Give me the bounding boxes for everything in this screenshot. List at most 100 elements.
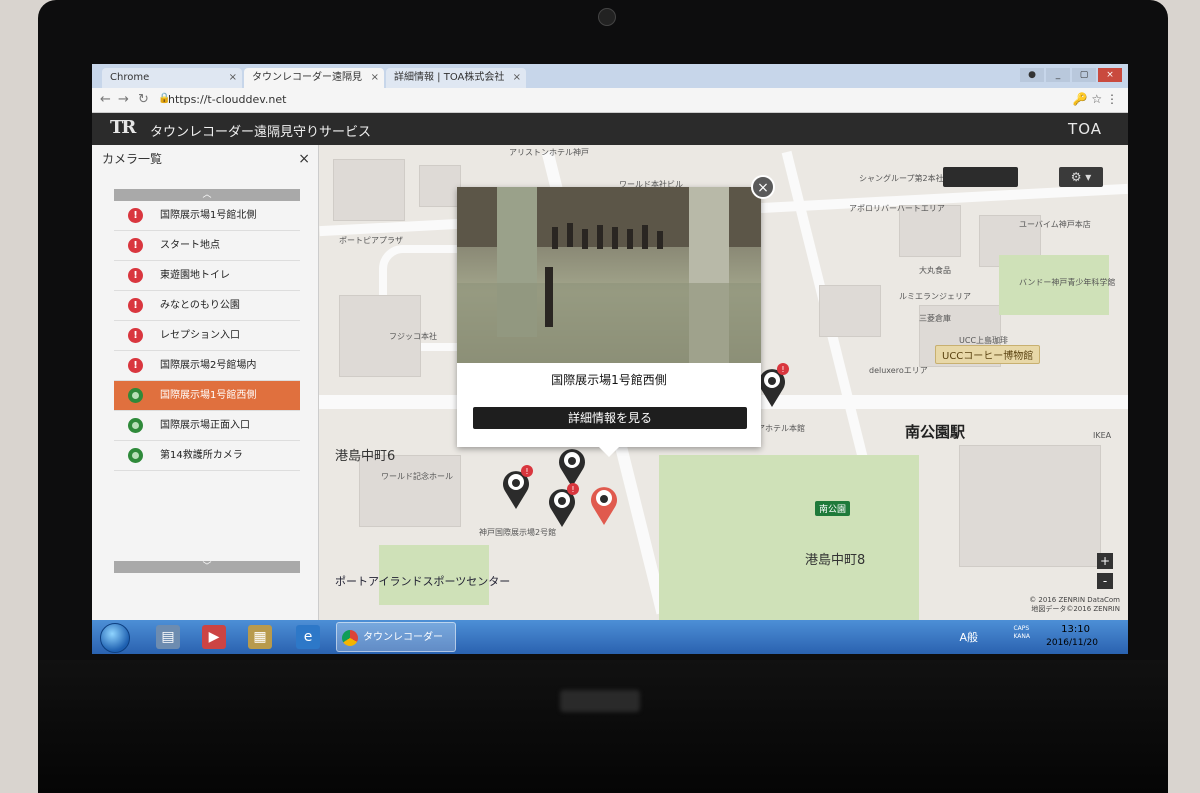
pin-camera-icon bbox=[512, 479, 520, 487]
user-icon[interactable]: ● bbox=[1020, 68, 1044, 82]
camera-label: 国際展示場1号館西側 bbox=[160, 390, 257, 401]
camera-pin-selected[interactable] bbox=[587, 481, 621, 527]
camera-item[interactable]: ! 東遊園地トイレ bbox=[114, 261, 300, 291]
url-field[interactable]: https://t-clouddev.net bbox=[168, 92, 286, 108]
back-icon[interactable]: ← bbox=[100, 92, 111, 107]
start-button[interactable] bbox=[100, 623, 130, 653]
camera-item[interactable]: 国際展示場正面入口 bbox=[114, 411, 300, 441]
forward-icon[interactable]: → bbox=[118, 92, 129, 107]
map-label: deluxeroエリア bbox=[869, 366, 928, 375]
tab-chrome[interactable]: Chrome × bbox=[102, 68, 242, 88]
tab-town-recorder[interactable]: タウンレコーダー遠隔見 × bbox=[244, 68, 384, 88]
ie-icon[interactable]: e bbox=[296, 625, 320, 649]
reload-icon[interactable]: ↻ bbox=[138, 92, 149, 107]
alert-icon: ! bbox=[128, 208, 143, 223]
settings-gear-icon[interactable]: ⚙ ▾ bbox=[1059, 167, 1103, 187]
alert-icon: ! bbox=[128, 328, 143, 343]
app-title: タウンレコーダー遠隔見守りサービス bbox=[150, 125, 372, 140]
pin-camera-icon bbox=[600, 495, 608, 503]
camera-label: 第14救護所カメラ bbox=[160, 450, 243, 461]
map-label: アリストンホテル神戸 bbox=[509, 148, 589, 157]
tab-label: Chrome bbox=[110, 72, 150, 83]
map-label: 港島中町6 bbox=[335, 449, 396, 464]
ime-indicator[interactable]: A般 bbox=[959, 629, 978, 645]
map-label: 港島中町8 bbox=[805, 553, 866, 568]
popup-close-icon[interactable]: × bbox=[751, 175, 775, 199]
camera-item[interactable]: ! レセプション入口 bbox=[114, 321, 300, 351]
camera-item-selected[interactable]: 国際展示場1号館西側 bbox=[114, 381, 300, 411]
laptop-logo bbox=[560, 690, 640, 712]
address-bar: ← → ↻ 🔒 https://t-clouddev.net 🔑 ☆ ⋮ bbox=[92, 88, 1128, 113]
caps-label: CAPS bbox=[1013, 625, 1030, 632]
map-block bbox=[359, 455, 461, 527]
video-scene bbox=[457, 187, 761, 363]
clock-date[interactable]: 2016/11/20 bbox=[1046, 638, 1098, 648]
scroll-up-button[interactable]: ︿ bbox=[114, 189, 300, 201]
window-close-button[interactable]: × bbox=[1098, 68, 1122, 82]
video-floor bbox=[457, 283, 761, 363]
chrome-icon bbox=[342, 630, 358, 646]
tr-logo: TR bbox=[110, 117, 136, 138]
station-label[interactable]: 南公園駅 bbox=[905, 421, 965, 442]
copyright-line: 地図データ©2016 ZENRIN bbox=[1031, 605, 1120, 613]
camera-label: みなとのもり公園 bbox=[160, 300, 240, 311]
tab-close-icon[interactable]: × bbox=[229, 68, 237, 88]
app-header: TR タウンレコーダー遠隔見守りサービス TOA bbox=[92, 113, 1128, 145]
map-label: ユーバイム神戸本店 bbox=[1019, 220, 1091, 229]
camera-pin-alert[interactable]: ! bbox=[499, 465, 533, 511]
tab-close-icon[interactable]: × bbox=[513, 68, 521, 88]
zoom-out-button[interactable]: - bbox=[1097, 573, 1113, 589]
tab-label: 詳細情報 | TOA株式会社 bbox=[394, 72, 505, 83]
browser-tabbar: Chrome × タウンレコーダー遠隔見 × 詳細情報 | TOA株式会社 × … bbox=[92, 64, 1128, 88]
map[interactable]: アリストンホテル神戸 ワールド本社ビル ポートピアプラザ フジッコ本社 シャング… bbox=[319, 145, 1128, 620]
alert-icon: ! bbox=[128, 358, 143, 373]
copyright-line: © 2016 ZENRIN DataCom bbox=[1029, 596, 1120, 604]
sidebar-header: カメラ一覧 × bbox=[92, 145, 318, 173]
caps-indicator: CAPS KANA bbox=[1013, 625, 1030, 641]
camera-label: スタート地点 bbox=[160, 240, 220, 251]
map-park bbox=[659, 455, 919, 620]
camera-label: 国際展示場正面入口 bbox=[160, 420, 250, 431]
ucc-museum-badge[interactable]: UCCコーヒー博物館 bbox=[935, 345, 1041, 364]
map-label: 大丸食品 bbox=[919, 266, 951, 275]
camera-pin-alert[interactable]: ! bbox=[545, 483, 579, 529]
map-label: フジッコ本社 bbox=[389, 332, 437, 341]
taskbar-task-chrome[interactable]: タウンレコーダー bbox=[336, 622, 456, 652]
camera-item[interactable]: ! みなとのもり公園 bbox=[114, 291, 300, 321]
map-dark-button[interactable] bbox=[943, 167, 1018, 187]
ok-icon bbox=[128, 388, 143, 403]
scroll-down-button[interactable]: ﹀ bbox=[114, 561, 300, 573]
map-label: アポロリバーハートエリア bbox=[849, 204, 945, 213]
sidebar-close-icon[interactable]: × bbox=[298, 145, 310, 173]
map-label: バンドー神戸青少年科学館 bbox=[1019, 278, 1116, 287]
screen: Chrome × タウンレコーダー遠隔見 × 詳細情報 | TOA株式会社 × … bbox=[92, 64, 1128, 654]
menu-icon[interactable]: 🔑 ☆ ⋮ bbox=[1073, 92, 1118, 106]
tab-toa-detail[interactable]: 詳細情報 | TOA株式会社 × bbox=[386, 68, 526, 88]
camera-label: 国際展示場1号館北側 bbox=[160, 210, 257, 221]
camera-item[interactable]: ! 国際展示場1号館北側 bbox=[114, 201, 300, 231]
webcam bbox=[598, 8, 616, 26]
camera-item[interactable]: ! 国際展示場2号館場内 bbox=[114, 351, 300, 381]
sidebar-title: カメラ一覧 bbox=[102, 152, 163, 166]
app-icon[interactable]: ▦ bbox=[248, 625, 272, 649]
tab-label: タウンレコーダー遠隔見 bbox=[252, 72, 362, 83]
zoom-in-button[interactable]: + bbox=[1097, 553, 1113, 569]
view-details-button[interactable]: 詳細情報を見る bbox=[473, 407, 747, 429]
park-badge[interactable]: 南公園 bbox=[815, 501, 851, 516]
minimize-button[interactable]: _ bbox=[1046, 68, 1070, 82]
pin-alert-mark: ! bbox=[571, 485, 574, 494]
alert-icon: ! bbox=[128, 268, 143, 283]
alert-icon: ! bbox=[128, 238, 143, 253]
windows-taskbar: ▤ ▶ ▦ e タウンレコーダー A般 CAPS KANA 13:10 2016… bbox=[92, 620, 1128, 654]
explorer-icon[interactable]: ▤ bbox=[156, 625, 180, 649]
maximize-button[interactable]: ▢ bbox=[1072, 68, 1096, 82]
camera-item[interactable]: 第14救護所カメラ bbox=[114, 441, 300, 471]
pin-camera-icon bbox=[558, 497, 566, 505]
tab-close-icon[interactable]: × bbox=[371, 68, 379, 88]
map-block bbox=[819, 285, 881, 337]
camera-item[interactable]: ! スタート地点 bbox=[114, 231, 300, 261]
media-player-icon[interactable]: ▶ bbox=[202, 625, 226, 649]
camera-video-feed[interactable] bbox=[457, 187, 761, 363]
clock-time[interactable]: 13:10 bbox=[1061, 624, 1090, 635]
map-label: 三菱倉庫 bbox=[919, 314, 951, 323]
